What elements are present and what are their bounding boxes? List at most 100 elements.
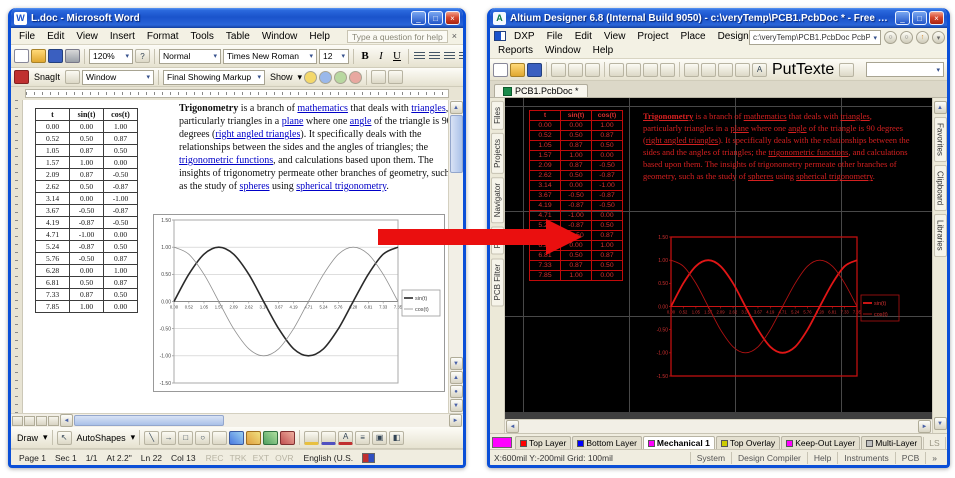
altium-toolbar-combo[interactable]: ▾	[866, 62, 944, 77]
highlight-tool-icon[interactable]	[371, 70, 386, 84]
scroll-up-icon[interactable]: ▲	[934, 101, 947, 114]
diagram-icon[interactable]	[246, 431, 261, 445]
new-document-icon[interactable]	[14, 49, 29, 63]
word-menus-item[interactable]: View	[70, 30, 104, 43]
trig-table[interactable]: tsin(t)cos(t)0.000.001.000.520.500.871.0…	[35, 108, 138, 313]
next-page-icon[interactable]: ▼	[450, 399, 463, 412]
align-justify-icon[interactable]	[458, 51, 463, 62]
document-path-combo[interactable]: c:\veryTemp\PCB1.PcbDoc PcbPastePre▾	[749, 30, 881, 45]
scroll-right-icon[interactable]: ►	[918, 420, 931, 433]
filter-icon[interactable]	[585, 63, 600, 77]
align-left-icon[interactable]	[413, 51, 426, 62]
layer-tabs-item[interactable]: Multi-Layer	[861, 436, 922, 449]
right-panel-tabs-item[interactable]: Favorites	[934, 117, 947, 162]
select-browse-object-icon[interactable]: ●	[450, 385, 463, 398]
minimize-button[interactable]: _	[895, 11, 910, 25]
workspace-icon[interactable]: ▾	[932, 31, 945, 44]
arrow-icon[interactable]: →	[161, 431, 176, 445]
hyperlink[interactable]: spherical trigonometry	[296, 181, 386, 192]
snagit-icon[interactable]	[14, 70, 29, 84]
scroll-down-icon[interactable]: ▼	[934, 417, 947, 430]
word-menus-item[interactable]: Edit	[41, 30, 70, 43]
hyperlink[interactable]: trigonometric functions	[768, 147, 848, 157]
close-document-icon[interactable]: ×	[448, 31, 461, 41]
altium-menus-row2-item[interactable]: Reports	[492, 44, 539, 57]
hyperlink[interactable]: spheres	[748, 171, 774, 181]
word-menus-item[interactable]: Insert	[104, 30, 141, 43]
pcb-trig-table[interactable]: tsin(t)cos(t)0.000.001.000.520.500.871.0…	[529, 110, 623, 281]
show-menu[interactable]: Show	[267, 72, 296, 82]
hyperlink[interactable]: triangles	[840, 111, 869, 121]
left-panel-tabs-item[interactable]: Files	[491, 101, 504, 130]
ask-question-box[interactable]: Type a question for help	[347, 30, 448, 43]
horizontal-ruler[interactable]	[11, 87, 463, 100]
reviewing-pane-icon[interactable]	[388, 70, 403, 84]
altium-menus-row2-item[interactable]: Window	[539, 44, 587, 57]
open-icon[interactable]	[510, 63, 525, 77]
scroll-right-icon[interactable]: ►	[449, 414, 462, 427]
previous-page-icon[interactable]: ▲	[450, 371, 463, 384]
word-menus-item[interactable]: Format	[141, 30, 185, 43]
favorites-dropdown-icon[interactable]: ○	[884, 31, 897, 44]
style-select[interactable]: Normal▾	[159, 49, 221, 64]
scroll-left-icon[interactable]: ◄	[506, 420, 519, 433]
font-size-select[interactable]: 12▾	[319, 49, 349, 64]
track-changes-icon[interactable]	[319, 71, 332, 84]
cut-icon[interactable]	[609, 63, 624, 77]
save-icon[interactable]	[48, 49, 63, 63]
puttexte-button[interactable]: PutTexte	[769, 61, 837, 79]
maximize-button[interactable]: □	[428, 11, 443, 25]
align-center-icon[interactable]	[428, 51, 441, 62]
close-button[interactable]: ×	[929, 11, 944, 25]
snagit-label[interactable]: SnagIt	[31, 72, 63, 82]
up-one-level-icon[interactable]: ↑	[916, 31, 929, 44]
3d-style-icon[interactable]: ◧	[389, 431, 404, 445]
rectangle-icon[interactable]: □	[178, 431, 193, 445]
altium-menus-row1-item[interactable]: Edit	[569, 30, 598, 43]
hyperlink[interactable]: spherical trigonometry	[796, 171, 873, 181]
hyperlink[interactable]: right angled triangles	[646, 135, 718, 145]
scroll-left-icon[interactable]: ◄	[60, 414, 73, 427]
panel-buttons-item[interactable]: Help	[807, 452, 837, 464]
paste-icon[interactable]	[643, 63, 658, 77]
place-line-icon[interactable]	[684, 63, 699, 77]
layer-tabs-item[interactable]: Top Overlay	[716, 436, 780, 449]
pcb-trig-chart[interactable]: 1.501.000.500.00-0.50-1.00-1.500.000.521…	[651, 232, 903, 384]
altium-menus-row1-item[interactable]: Place	[675, 30, 712, 43]
word-menus-item[interactable]: Help	[303, 30, 336, 43]
autoshapes-menu[interactable]: AutoShapes	[74, 433, 129, 443]
accept-change-icon[interactable]	[334, 71, 347, 84]
zoom-fit-icon[interactable]	[551, 63, 566, 77]
maximize-button[interactable]: □	[912, 11, 927, 25]
word-titlebar[interactable]: W L.doc - Microsoft Word _ □ ×	[11, 8, 463, 28]
wordart-icon[interactable]	[229, 431, 244, 445]
insert-comment-icon[interactable]	[304, 71, 317, 84]
hyperlink[interactable]: plane	[282, 116, 304, 127]
layer-tabs-item[interactable]: Top Layer	[515, 436, 571, 449]
outline-view-button[interactable]	[48, 416, 59, 426]
snagit-window-select[interactable]: Window▾	[82, 70, 154, 85]
panel-buttons-item[interactable]: Instruments	[837, 452, 894, 464]
panel-buttons-item[interactable]: System	[690, 452, 731, 464]
oval-icon[interactable]: ○	[195, 431, 210, 445]
scroll-down-icon[interactable]: ▼	[450, 357, 463, 370]
line-color-icon[interactable]	[321, 431, 336, 445]
altium-menus-row1-item[interactable]: View	[598, 30, 632, 43]
pcb-canvas[interactable]: tsin(t)cos(t)0.000.001.000.520.500.871.0…	[505, 98, 932, 412]
altium-menus-row1-item[interactable]: Project	[631, 30, 674, 43]
insert-picture-icon[interactable]	[280, 431, 295, 445]
altium-menus-row1-item[interactable]: File	[541, 30, 569, 43]
underline-button[interactable]: U	[390, 50, 404, 62]
hscrollbar-thumb[interactable]	[74, 415, 224, 426]
hyperlink[interactable]: mathematics	[744, 111, 787, 121]
close-button[interactable]: ×	[445, 11, 460, 25]
run-script-icon[interactable]	[839, 63, 854, 77]
reject-change-icon[interactable]	[349, 71, 362, 84]
hyperlink[interactable]: triangles	[411, 103, 445, 114]
word-menus-item[interactable]: Window	[256, 30, 304, 43]
help-icon[interactable]: ?	[135, 49, 150, 63]
document-page[interactable]: tsin(t)cos(t)0.000.001.000.520.500.871.0…	[23, 100, 448, 413]
altium-titlebar[interactable]: A Altium Designer 6.8 (Internal Build 90…	[490, 8, 947, 28]
print-icon[interactable]	[65, 49, 80, 63]
hyperlink[interactable]: plane	[730, 123, 748, 133]
